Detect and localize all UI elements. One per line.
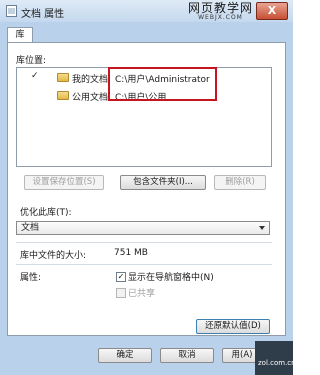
- tab-library[interactable]: 库: [7, 27, 33, 43]
- button-label: 用(A): [231, 350, 253, 360]
- divider: [16, 242, 272, 243]
- remove-button[interactable]: 删除(R): [214, 175, 266, 190]
- shared-label: 已共享: [128, 289, 156, 299]
- close-icon: X: [267, 4, 277, 17]
- close-button[interactable]: X: [256, 2, 288, 20]
- optimize-selected-value: 文档: [21, 223, 40, 233]
- size-label: 库中文件的大小:: [20, 251, 87, 261]
- attributes-label: 属性:: [20, 273, 42, 283]
- shared-checkbox[interactable]: [116, 288, 126, 298]
- folder-icon: [57, 91, 69, 100]
- restore-defaults-button[interactable]: 还原默认值(D): [196, 319, 270, 334]
- ok-button[interactable]: 确定: [98, 348, 152, 363]
- show-in-nav-checkbox[interactable]: ✓: [116, 272, 126, 282]
- set-save-location-button[interactable]: 设置保存位置(S): [24, 175, 104, 190]
- title-bar[interactable]: 文档 属性 网页教学网 WEBJX.COM X: [0, 0, 293, 22]
- site-logo-text: zol.com.cn: [258, 359, 296, 367]
- watermark-url: WEBJX.COM: [198, 14, 243, 21]
- button-label: 包含文件夹(I)...: [133, 177, 193, 187]
- location-name: 公用文档: [72, 93, 109, 103]
- tab-label: 库: [15, 30, 25, 40]
- watermark-text: 网页教学网: [187, 1, 253, 15]
- button-label: 设置保存位置(S): [32, 177, 96, 187]
- document-icon: [6, 5, 17, 17]
- optimize-label: 优化此库(T):: [20, 208, 72, 218]
- button-label: 确定: [116, 350, 134, 360]
- path-highlight-box: [108, 67, 217, 101]
- optimize-select[interactable]: 文档: [16, 221, 270, 235]
- show-in-nav-label: 显示在导航窗格中(N): [128, 273, 214, 283]
- include-folder-button[interactable]: 包含文件夹(I)...: [120, 175, 206, 190]
- button-label: 还原默认值(D): [205, 321, 261, 331]
- divider: [16, 264, 272, 265]
- watermark: 网页教学网 WEBJX.COM: [188, 2, 253, 21]
- button-label: 删除(R): [225, 177, 255, 187]
- size-value: 751 MB: [114, 248, 148, 258]
- button-label: 取消: [178, 350, 196, 360]
- default-save-check-icon: ✓: [31, 71, 39, 81]
- checkmark-icon: ✓: [117, 272, 125, 281]
- location-name: 我的文档: [72, 75, 109, 85]
- chevron-down-icon: [259, 226, 265, 230]
- properties-window: 文档 属性 网页教学网 WEBJX.COM X 库 库位置: ✓ 我的文档 C:…: [0, 0, 296, 375]
- window-title: 文档 属性: [21, 9, 65, 20]
- library-locations-label: 库位置:: [16, 56, 47, 66]
- folder-icon: [57, 73, 69, 82]
- site-logo: zol.com.cn: [255, 341, 296, 375]
- cancel-button[interactable]: 取消: [160, 348, 214, 363]
